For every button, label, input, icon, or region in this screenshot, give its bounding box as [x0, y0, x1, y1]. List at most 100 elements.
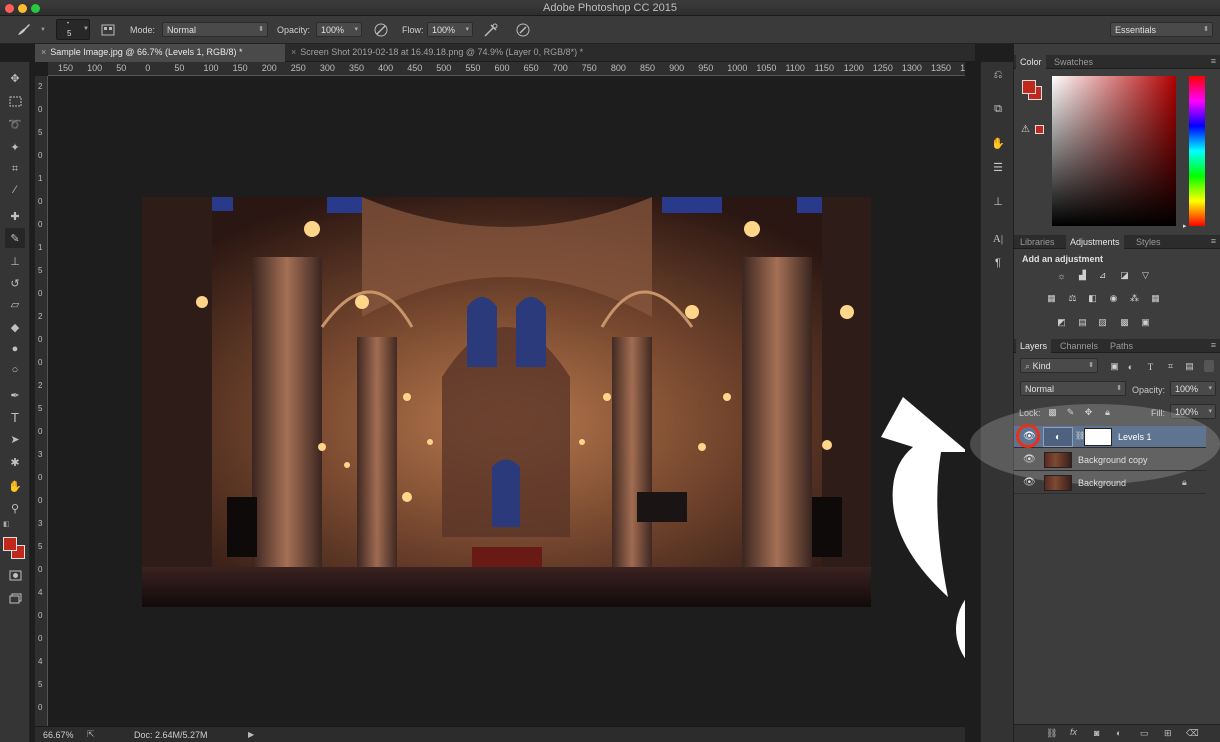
- properties-panel-icon[interactable]: ⧉: [988, 100, 1008, 118]
- layer-row-levels-1[interactable]: 👁︎ ◐ ⛓︎ Levels 1: [1014, 424, 1206, 448]
- opacity-field[interactable]: 100% ▾: [316, 22, 362, 37]
- hue-slider-pointer-icon[interactable]: ▸: [1183, 222, 1187, 230]
- vibrance-icon[interactable]: ▽: [1139, 270, 1152, 281]
- brush-tool-icon[interactable]: ✎: [5, 228, 25, 248]
- brush-tool-preset-icon[interactable]: [14, 21, 34, 39]
- move-tool-icon[interactable]: ✥: [5, 68, 25, 88]
- tab-paths[interactable]: Paths: [1106, 339, 1137, 353]
- document-tab-screenshot[interactable]: × Screen Shot 2019-02-18 at 16.49.18.png …: [285, 44, 645, 62]
- panel-menu-icon[interactable]: ≡: [1211, 340, 1216, 350]
- screen-mode-icon[interactable]: [5, 588, 25, 608]
- layer-row-background-copy[interactable]: 👁︎ Background copy: [1014, 449, 1206, 471]
- filter-smart-object-icon[interactable]: ▤: [1183, 361, 1196, 372]
- new-adjustment-icon[interactable]: ◐: [1116, 728, 1121, 738]
- tab-styles[interactable]: Styles: [1132, 235, 1165, 249]
- default-colors-icon[interactable]: ◧: [3, 520, 11, 528]
- history-brush-tool-icon[interactable]: ↺: [5, 273, 25, 293]
- workspace-select[interactable]: Essentials ⬍: [1110, 22, 1213, 37]
- panel-menu-icon[interactable]: ≡: [1211, 236, 1216, 246]
- tab-channels[interactable]: Channels: [1056, 339, 1102, 353]
- filter-adjustment-icon[interactable]: ◐: [1124, 361, 1137, 372]
- posterize-icon[interactable]: ▤: [1076, 317, 1089, 328]
- tab-color[interactable]: Color: [1016, 55, 1046, 69]
- clone-stamp-tool-icon[interactable]: ⊥: [5, 251, 25, 271]
- layer-filter-select[interactable]: ⌕ Kind ⬍: [1020, 358, 1098, 373]
- visibility-eye-icon[interactable]: 👁︎: [1023, 454, 1036, 465]
- share-icon[interactable]: ⇱: [87, 729, 95, 740]
- layer-name[interactable]: Background: [1078, 478, 1126, 488]
- levels-adjustment-icon[interactable]: ◐: [1043, 427, 1073, 447]
- blur-tool-icon[interactable]: ●: [5, 339, 25, 359]
- mode-select[interactable]: Normal ⬍: [162, 22, 268, 37]
- layer-name[interactable]: Background copy: [1078, 455, 1148, 465]
- hue-slider[interactable]: [1189, 76, 1205, 226]
- filter-pixel-icon[interactable]: ▣: [1108, 361, 1121, 372]
- trash-icon[interactable]: ⌫: [1186, 728, 1199, 739]
- tab-adjustments[interactable]: Adjustments: [1066, 235, 1124, 249]
- document-canvas[interactable]: 3: [48, 77, 1060, 726]
- color-field[interactable]: [1052, 76, 1176, 226]
- color-panel-foreground-swatch[interactable]: [1022, 80, 1036, 94]
- curves-icon[interactable]: ⊿: [1096, 270, 1109, 281]
- color-balance-icon[interactable]: ⚖: [1066, 293, 1079, 304]
- selective-color-icon[interactable]: ▣: [1139, 317, 1152, 328]
- healing-brush-tool-icon[interactable]: ✚: [5, 206, 25, 226]
- preset-dropdown-arrow-icon[interactable]: ▼: [40, 27, 46, 33]
- canvas-vertical-scrollbar[interactable]: [965, 62, 980, 742]
- custom-shape-tool-icon[interactable]: ✱: [5, 452, 25, 472]
- tab-libraries[interactable]: Libraries: [1016, 235, 1059, 249]
- layer-opacity-field[interactable]: 100% ▾: [1170, 381, 1216, 396]
- lasso-tool-icon[interactable]: ➰: [5, 114, 25, 134]
- brush-presets-icon[interactable]: ✋: [988, 134, 1008, 152]
- path-selection-tool-icon[interactable]: ➤: [5, 429, 25, 449]
- threshold-icon[interactable]: ▨: [1096, 317, 1109, 328]
- flow-field[interactable]: 100% ▾: [427, 22, 473, 37]
- photo-filter-icon[interactable]: ◉: [1107, 293, 1120, 304]
- tab-swatches[interactable]: Swatches: [1050, 55, 1097, 69]
- blend-mode-select[interactable]: Normal ⬍: [1020, 381, 1126, 396]
- clone-source-icon[interactable]: ⊥: [988, 192, 1008, 210]
- add-mask-icon[interactable]: ◙: [1094, 728, 1099, 738]
- paragraph-panel-icon[interactable]: ¶: [988, 254, 1008, 272]
- hand-tool-icon[interactable]: ✋: [5, 476, 25, 496]
- channel-mixer-icon[interactable]: ⁂: [1128, 293, 1141, 304]
- link-layers-icon[interactable]: ⛓︎: [1046, 728, 1057, 739]
- foreground-color-swatch[interactable]: [3, 537, 17, 551]
- fx-icon[interactable]: fx: [1070, 727, 1077, 737]
- layer-name[interactable]: Levels 1: [1118, 432, 1152, 442]
- marquee-tool-icon[interactable]: [5, 91, 25, 111]
- hue-saturation-icon[interactable]: ▦: [1045, 293, 1058, 304]
- black-white-icon[interactable]: ◧: [1086, 293, 1099, 304]
- layer-mask-thumbnail[interactable]: [1084, 428, 1112, 446]
- filter-type-icon[interactable]: T: [1144, 361, 1157, 372]
- character-panel-icon[interactable]: A|: [988, 230, 1008, 248]
- levels-icon[interactable]: ▟: [1076, 270, 1089, 281]
- history-panel-icon[interactable]: ⎌: [988, 66, 1008, 84]
- pen-tool-icon[interactable]: ✒: [5, 385, 25, 405]
- visibility-eye-icon[interactable]: 👁︎: [1023, 477, 1036, 488]
- invert-icon[interactable]: ◩: [1055, 317, 1068, 328]
- zoom-tool-icon[interactable]: ⚲: [5, 498, 25, 518]
- tab-layers[interactable]: Layers: [1016, 339, 1052, 353]
- out-of-gamut-warning-icon[interactable]: ⚠: [1021, 124, 1030, 135]
- eyedropper-tool-icon[interactable]: ⁄: [5, 180, 25, 200]
- filter-shape-icon[interactable]: ⌗: [1164, 361, 1177, 372]
- gradient-map-icon[interactable]: ▩: [1118, 317, 1131, 328]
- new-layer-icon[interactable]: ⊞: [1164, 728, 1172, 739]
- brush-panel-toggle-icon[interactable]: [99, 22, 117, 38]
- magic-wand-tool-icon[interactable]: ✦: [5, 137, 25, 157]
- brightness-contrast-icon[interactable]: ☼: [1055, 270, 1068, 281]
- layer-row-background[interactable]: 👁︎ Background 🔒︎: [1014, 472, 1206, 494]
- status-menu-arrow-icon[interactable]: ▶: [248, 730, 254, 739]
- crop-tool-icon[interactable]: ⌗: [5, 159, 25, 179]
- gamut-swatch[interactable]: [1035, 125, 1044, 134]
- paint-bucket-tool-icon[interactable]: ◆: [5, 317, 25, 337]
- dodge-tool-icon[interactable]: ○: [5, 360, 25, 380]
- document-tab-sample-image[interactable]: × Sample Image.jpg @ 66.7% (Levels 1, RGB…: [35, 44, 285, 62]
- type-tool-icon[interactable]: T: [5, 407, 25, 427]
- pressure-size-icon[interactable]: [514, 21, 532, 39]
- filter-toggle[interactable]: [1204, 360, 1214, 372]
- pressure-opacity-icon[interactable]: [372, 21, 390, 39]
- zoom-level[interactable]: 66.67%: [43, 730, 74, 740]
- eraser-tool-icon[interactable]: ▱: [5, 294, 25, 314]
